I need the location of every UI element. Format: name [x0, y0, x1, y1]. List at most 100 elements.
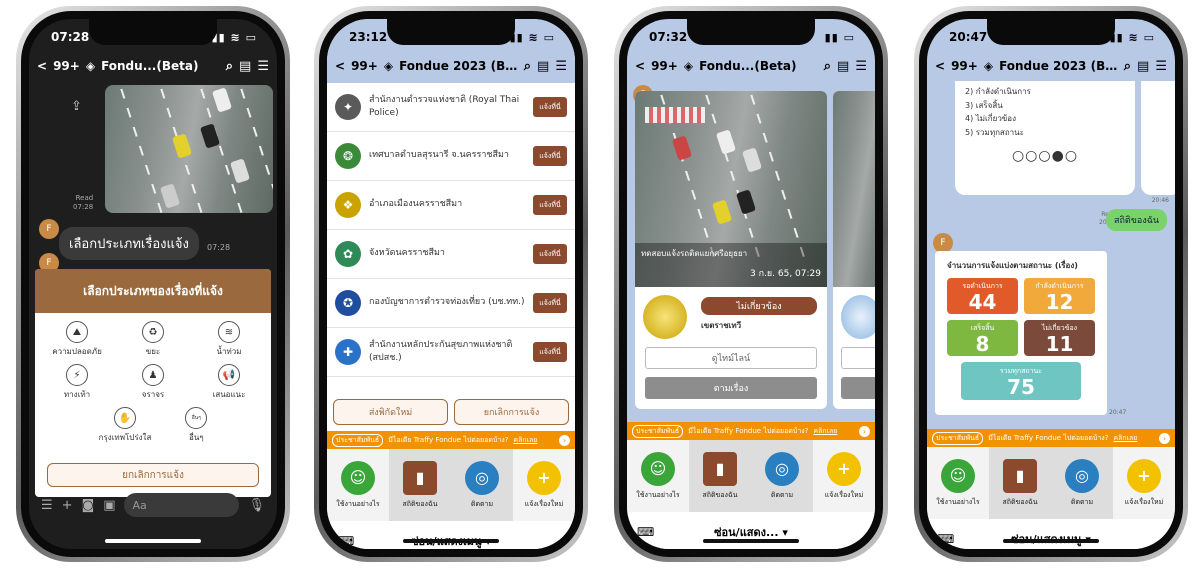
back-button[interactable]: <	[935, 59, 945, 73]
promo-banner[interactable]: ประชาสัมพันธ์ มีไอเดีย Traffy Fondue ไปต…	[627, 422, 875, 440]
tab-my-stats[interactable]: ▮ สถิติของฉัน	[689, 440, 751, 512]
category-sidewalk[interactable]: ⚡ ทางเท้า	[39, 364, 115, 401]
mic-icon[interactable]: 🎙	[248, 498, 265, 513]
keyboard-icon[interactable]: ⌨	[937, 532, 954, 546]
stat-in-progress: กำลังดำเนินการ 12	[1024, 278, 1095, 314]
back-button[interactable]: <	[635, 59, 645, 73]
notes-icon[interactable]: ▤	[239, 59, 251, 74]
district-logo-icon: ❖	[335, 192, 361, 218]
tab-how-to[interactable]: ☺ ใช้งานอย่างไร	[627, 440, 689, 512]
tourist-police-logo-icon: ✪	[335, 290, 361, 316]
search-icon[interactable]: ⌕	[524, 59, 531, 74]
message-time: 20:47	[1109, 409, 1127, 416]
stats-card: จำนวนการแจ้งแบ่งตามสถานะ (เรื่อง) รอดำเน…	[935, 251, 1107, 415]
trash-icon: ♻	[142, 321, 164, 343]
search-icon[interactable]: ⌕	[1124, 59, 1131, 74]
report-photo[interactable]: ทดสอบแจ้งรถติดแยกศรีอยุธยา 3 ก.ย. 65, 07…	[635, 91, 827, 287]
follow-button[interactable]: ตามเรื่อง	[645, 377, 817, 399]
province-logo-icon: ✿	[335, 241, 361, 267]
tab-my-stats[interactable]: ▮ สถิติของฉัน	[989, 447, 1051, 519]
report-here-button[interactable]: แจ้งที่นี่	[533, 195, 567, 215]
category-traffic[interactable]: ♟ จราจร	[115, 364, 191, 401]
agency-row: ✦ สำนักงานตำรวจแห่งชาติ (Royal Thai Polic…	[327, 83, 575, 132]
cancel-report-button[interactable]: ยกเลิกการแจ้ง	[454, 399, 569, 425]
tab-my-stats[interactable]: ▮ สถิติของฉัน	[389, 449, 451, 521]
notes-icon[interactable]: ▤	[837, 59, 849, 74]
menu-icon[interactable]: ☰	[555, 59, 567, 74]
menu-icon[interactable]: ☰	[257, 59, 269, 74]
promo-link[interactable]: คลิกเลย	[513, 435, 537, 446]
tab-new-report[interactable]: + แจ้งเรื่องใหม่	[513, 449, 575, 521]
promo-banner[interactable]: ประชาสัมพันธ์ มีไอเดีย Traffy Fondue ไปต…	[327, 431, 575, 449]
tab-follow[interactable]: ◎ ติดตาม	[451, 449, 513, 521]
report-here-button[interactable]: แจ้งที่นี่	[533, 342, 567, 362]
notes-icon[interactable]: ▤	[1137, 59, 1149, 74]
keyboard-icon[interactable]: ⌨	[337, 534, 354, 548]
promo-link[interactable]: คลิกเลย	[1113, 433, 1137, 444]
menu-icon[interactable]: ☰	[855, 59, 867, 74]
list-icon[interactable]: ☰	[41, 498, 53, 513]
search-icon[interactable]: ⌕	[824, 59, 831, 74]
bot-avatar[interactable]: F	[39, 219, 59, 239]
smile-icon: ☺	[341, 460, 375, 495]
plus-icon: +	[1127, 458, 1161, 493]
tab-new-report[interactable]: + แจ้งเรื่องใหม่	[813, 440, 875, 512]
category-suggestion[interactable]: 📢 เสนอแนะ	[191, 364, 267, 401]
search-icon[interactable]: ⌕	[226, 59, 233, 74]
input-bar: ☰ + ◙ ▣ Aa 🎙	[29, 491, 277, 519]
image-icon[interactable]: ▣	[103, 498, 115, 513]
plus-icon[interactable]: +	[62, 498, 73, 513]
tab-how-to[interactable]: ☺ ใช้งานอย่างไร	[927, 447, 989, 519]
notes-icon[interactable]: ▤	[537, 59, 549, 74]
keyboard-icon[interactable]: ⌨	[637, 525, 654, 539]
chart-icon: ▮	[403, 460, 437, 495]
cancel-report-button[interactable]: ยกเลิกการแจ้ง	[47, 463, 259, 487]
category-waste[interactable]: ♻ ขยะ	[115, 321, 191, 358]
view-timeline-button[interactable]: ดูไทม์ไลน์	[645, 347, 817, 369]
camera-icon[interactable]: ◙	[82, 498, 95, 513]
tab-new-report[interactable]: + แจ้งเรื่องใหม่	[1113, 447, 1175, 519]
chevron-right-icon: ›	[559, 434, 570, 446]
promo-link[interactable]: คลิกเลย	[813, 426, 837, 437]
promo-banner[interactable]: ประชาสัมพันธ์ มีไอเดีย Traffy Fondue ไปต…	[927, 429, 1175, 447]
bot-avatar[interactable]: F	[933, 233, 953, 253]
report-card[interactable]: ทดสอบแจ้งรถติดแยกศรีอยุธยา 3 ก.ย. 65, 07…	[635, 91, 827, 409]
report-here-button[interactable]: แจ้งที่นี่	[533, 146, 567, 166]
traffic-photo[interactable]	[105, 85, 273, 213]
next-card-peek[interactable]	[1141, 81, 1175, 195]
status-list-card[interactable]: 2) กำลังดำเนินการ 3) เสร็จสิ้น 4) ไม่เกี…	[955, 81, 1135, 195]
tab-how-to[interactable]: ☺ ใช้งานอย่างไร	[327, 449, 389, 521]
message-input[interactable]: Aa	[124, 493, 240, 517]
next-card-peek[interactable]	[833, 91, 875, 409]
menu-icon[interactable]: ☰	[1155, 59, 1167, 74]
menu-toggle-bar: ⌨ ซ่อน/แสดงเมนู ▾	[927, 519, 1175, 549]
photo-caption: ทดสอบแจ้งรถติดแยกศรีอยุธยา 3 ก.ย. 65, 07…	[635, 243, 827, 287]
report-here-button[interactable]: แจ้งที่นี่	[533, 293, 567, 313]
chat-title[interactable]: Fondue 2023 (Beta)	[999, 59, 1118, 73]
category-transparency[interactable]: ✋ กรุงเทพโปร่งใส	[99, 407, 151, 444]
menu-toggle-bar: ⌨ ซ่อน/แสดง... ▾	[627, 512, 875, 549]
agency-row: ✿ จังหวัดนครราชสีมา แจ้งที่นี่	[327, 230, 575, 279]
chat-title[interactable]: Fondu...(Beta)	[699, 59, 818, 73]
tab-follow[interactable]: ◎ ติดตาม	[1051, 447, 1113, 519]
signal-icons: ▮▮ ≋ ▭	[211, 30, 257, 44]
phone-4-bezel: 20:47 ▮▮ ≋ ▭ < 99+ ◈ Fondue 2023 (Beta) …	[919, 11, 1183, 557]
category-flood[interactable]: ≋ น้ำท่วม	[191, 321, 267, 358]
back-button[interactable]: <	[335, 59, 345, 73]
shield-icon: ◈	[683, 59, 694, 73]
share-icon[interactable]: ⇪	[71, 99, 82, 114]
chat-title[interactable]: Fondu...(Beta)	[101, 59, 220, 73]
message-time: 20:46	[1151, 197, 1169, 204]
report-here-button[interactable]: แจ้งที่นี่	[533, 97, 567, 117]
agency-row: ✪ กองบัญชาการตำรวจท่องเที่ยว (บช.ทท.) แจ้ง…	[327, 279, 575, 328]
report-here-button[interactable]: แจ้งที่นี่	[533, 244, 567, 264]
caption-text: ทดสอบแจ้งรถติดแยกศรีอยุธยา	[641, 249, 748, 258]
category-safety[interactable]: ⛰ ความปลอดภัย	[39, 321, 115, 358]
chat-title[interactable]: Fondue 2023 (Beta)	[399, 59, 518, 73]
chat-header: < 99+ ◈ Fondue 2023 (Beta) ⌕ ▤ ☰	[327, 49, 575, 83]
tab-follow[interactable]: ◎ ติดตาม	[751, 440, 813, 512]
category-other[interactable]: อื่นๆ อื่นๆ	[185, 407, 208, 444]
send-new-location-button[interactable]: ส่งพิกัดใหม่	[333, 399, 448, 425]
phone-2: 23:12 ▮▮ ≋ ▭ < 99+ ◈ Fondue 2023 (Beta) …	[314, 6, 588, 562]
back-button[interactable]: <	[37, 59, 47, 73]
